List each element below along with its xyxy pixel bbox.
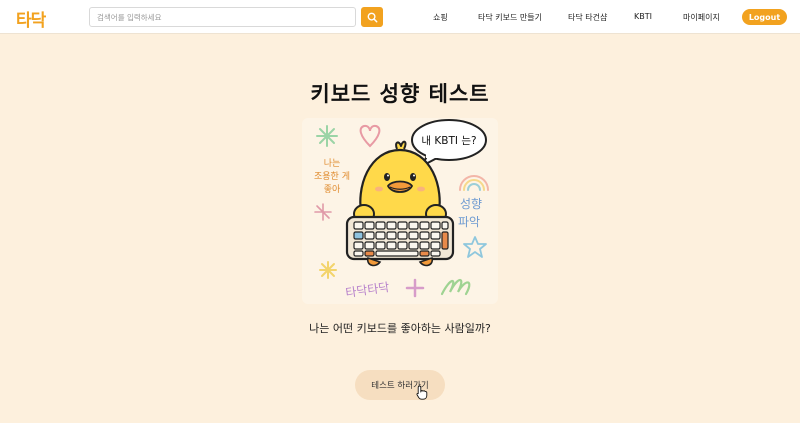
illustration-right-text-2: 파악	[458, 215, 480, 229]
top-navigation-bar: 타닥 쇼핑 타닥 키보드 만들기 타닥 타건샵 KBTI 마이페이지 Logou…	[0, 0, 800, 34]
illustration-right-text-1: 성향	[460, 197, 482, 211]
logout-button[interactable]: Logout	[742, 9, 787, 25]
search-icon	[367, 12, 377, 22]
logo[interactable]: 타닥	[16, 6, 46, 31]
duck-keyboard-illustration: 내 KBTI 는? 나는 조용한 게 좋아 성향 파악 타닥타닥	[302, 118, 498, 304]
illustration-left-text-3: 좋아	[324, 184, 341, 195]
green-sparkle-icon	[316, 125, 338, 147]
start-test-button[interactable]: 테스트 하러가기	[355, 370, 445, 400]
nav-item-mypage[interactable]: 마이페이지	[683, 12, 720, 23]
nav-item-typing-shop[interactable]: 타닥 타건샵	[568, 12, 607, 23]
page-title: 키보드 성향 테스트	[310, 82, 490, 106]
search-input[interactable]	[89, 7, 356, 27]
illustration-left-text-1: 나는	[324, 158, 341, 169]
nav-item-keyboard-builder[interactable]: 타닥 키보드 만들기	[478, 12, 542, 23]
nav-item-shopping[interactable]: 쇼핑	[433, 12, 448, 23]
speech-bubble-text: 내 KBTI 는?	[421, 135, 476, 147]
keyboard-icon	[345, 215, 455, 267]
test-question-text: 나는 어떤 키보드를 좋아하는 사람일까?	[309, 322, 491, 335]
illustration-left-text-2: 조용한 게	[314, 171, 350, 182]
nav-item-kbti[interactable]: KBTI	[634, 12, 652, 21]
hand-cursor-icon	[416, 385, 428, 400]
yellow-sparkle-icon	[319, 261, 337, 279]
search-button[interactable]	[361, 7, 383, 27]
